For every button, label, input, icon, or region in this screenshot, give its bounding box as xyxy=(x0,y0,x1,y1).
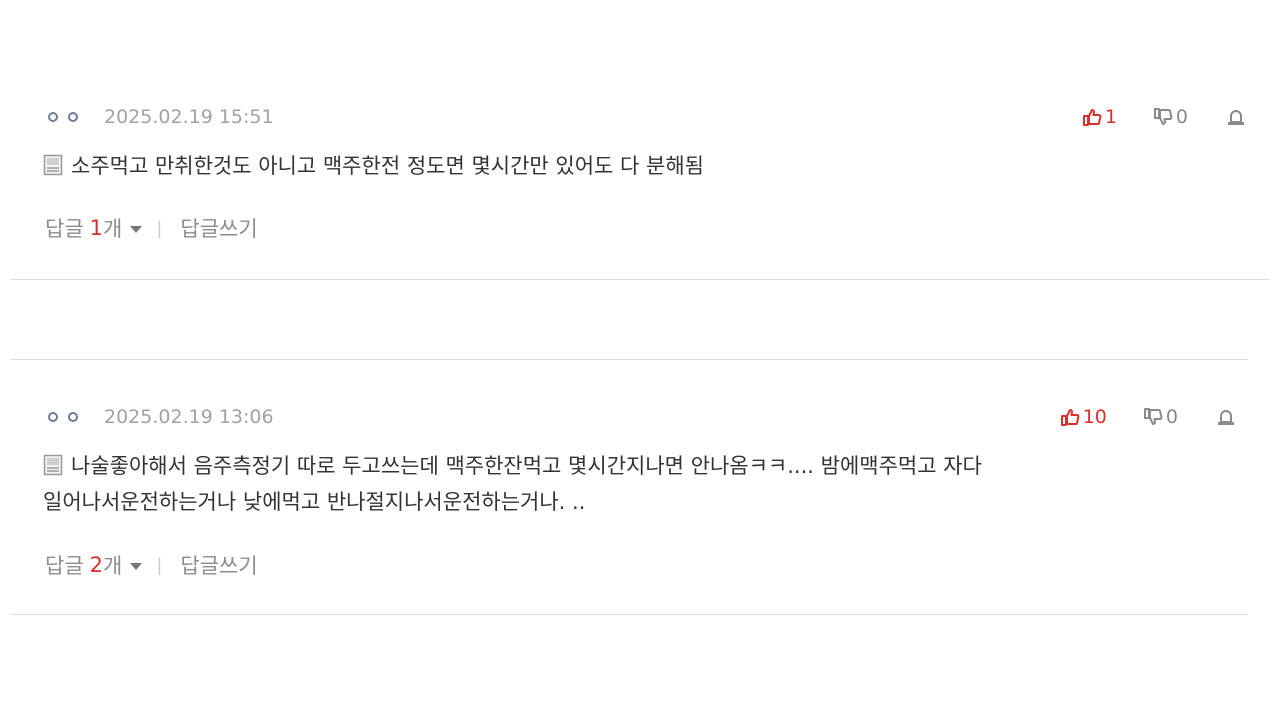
write-reply-button[interactable]: 답글쓰기 xyxy=(180,213,257,243)
comment-item: 2025.02.19 15:51 1 0 소주먹고 만취한것도 아니고 맥주한전… xyxy=(10,90,1250,280)
report-button[interactable] xyxy=(1226,107,1246,127)
user-mask-icon xyxy=(48,112,58,122)
reply-actions: 답글 1 개 | 답글쓰기 xyxy=(45,213,258,243)
comment-text-content: 소주먹고 만취한것도 아니고 맥주한전 정도면 몇시간만 있어도 다 분해됨 xyxy=(71,154,704,178)
upvote-button[interactable]: 1 xyxy=(1082,106,1117,128)
vote-group: 10 0 xyxy=(1060,402,1236,432)
separator: | xyxy=(156,554,163,576)
caret-down-icon xyxy=(130,563,143,570)
thumbs-up-icon xyxy=(1060,409,1080,426)
report-button[interactable] xyxy=(1216,407,1236,427)
report-siren-icon xyxy=(1218,410,1234,425)
reply-toggle-button[interactable]: 답글 2 개 xyxy=(45,550,143,580)
vote-group: 1 0 xyxy=(1082,102,1246,132)
comment-text: 소주먹고 만취한것도 아니고 맥주한전 정도면 몇시간만 있어도 다 분해됨 xyxy=(43,148,1243,184)
reply-label: 답글 xyxy=(45,554,84,578)
memo-icon xyxy=(43,154,63,176)
downvote-button[interactable]: 0 xyxy=(1153,106,1188,128)
thumbs-down-icon xyxy=(1153,108,1173,125)
caret-down-icon xyxy=(130,226,143,233)
downvote-count: 0 xyxy=(1165,406,1178,428)
reply-actions: 답글 2 개 | 답글쓰기 xyxy=(45,550,258,580)
author-mask[interactable] xyxy=(48,412,78,422)
reply-count: 1 xyxy=(89,216,104,240)
comment-meta: 2025.02.19 15:51 xyxy=(48,102,274,132)
comment-text-line: 일어나서운전하는거나 낮에먹고 반나절지나서운전하는거나. .. xyxy=(43,490,586,514)
divider xyxy=(10,359,1248,360)
reply-count: 2 xyxy=(89,553,104,577)
memo-icon xyxy=(43,454,63,476)
comment-text-line: 나술좋아해서 음주측정기 따로 두고쓰는데 맥주한잔먹고 몇시간지나면 안나옴ㅋ… xyxy=(71,454,982,478)
upvote-count: 10 xyxy=(1082,406,1107,428)
thumbs-up-icon xyxy=(1082,109,1102,126)
reply-unit: 개 xyxy=(103,217,123,241)
user-mask-icon xyxy=(68,112,78,122)
upvote-button[interactable]: 10 xyxy=(1060,406,1107,428)
reply-label: 답글 xyxy=(45,217,84,241)
divider xyxy=(10,614,1248,615)
comment-date: 2025.02.19 13:06 xyxy=(104,406,274,428)
write-reply-button[interactable]: 답글쓰기 xyxy=(180,550,257,580)
user-mask-icon xyxy=(48,412,58,422)
separator: | xyxy=(156,217,163,239)
comment-text: 나술좋아해서 음주측정기 따로 두고쓰는데 맥주한잔먹고 몇시간지나면 안나옴ㅋ… xyxy=(43,448,1243,520)
report-siren-icon xyxy=(1228,110,1244,125)
divider xyxy=(10,279,1270,280)
comment-item: 2025.02.19 13:06 10 0 나술좋아해서 음주측정기 따로 두고… xyxy=(10,390,1250,615)
author-mask[interactable] xyxy=(48,112,78,122)
comment-meta: 2025.02.19 13:06 xyxy=(48,402,274,432)
comment-date: 2025.02.19 15:51 xyxy=(104,106,274,128)
downvote-count: 0 xyxy=(1175,106,1188,128)
user-mask-icon xyxy=(68,412,78,422)
reply-toggle-button[interactable]: 답글 1 개 xyxy=(45,213,143,243)
reply-unit: 개 xyxy=(103,554,123,578)
downvote-button[interactable]: 0 xyxy=(1143,406,1178,428)
upvote-count: 1 xyxy=(1104,106,1117,128)
comment-list: 2025.02.19 15:51 1 0 소주먹고 만취한것도 아니고 맥주한전… xyxy=(0,0,1280,720)
thumbs-down-icon xyxy=(1143,408,1163,425)
